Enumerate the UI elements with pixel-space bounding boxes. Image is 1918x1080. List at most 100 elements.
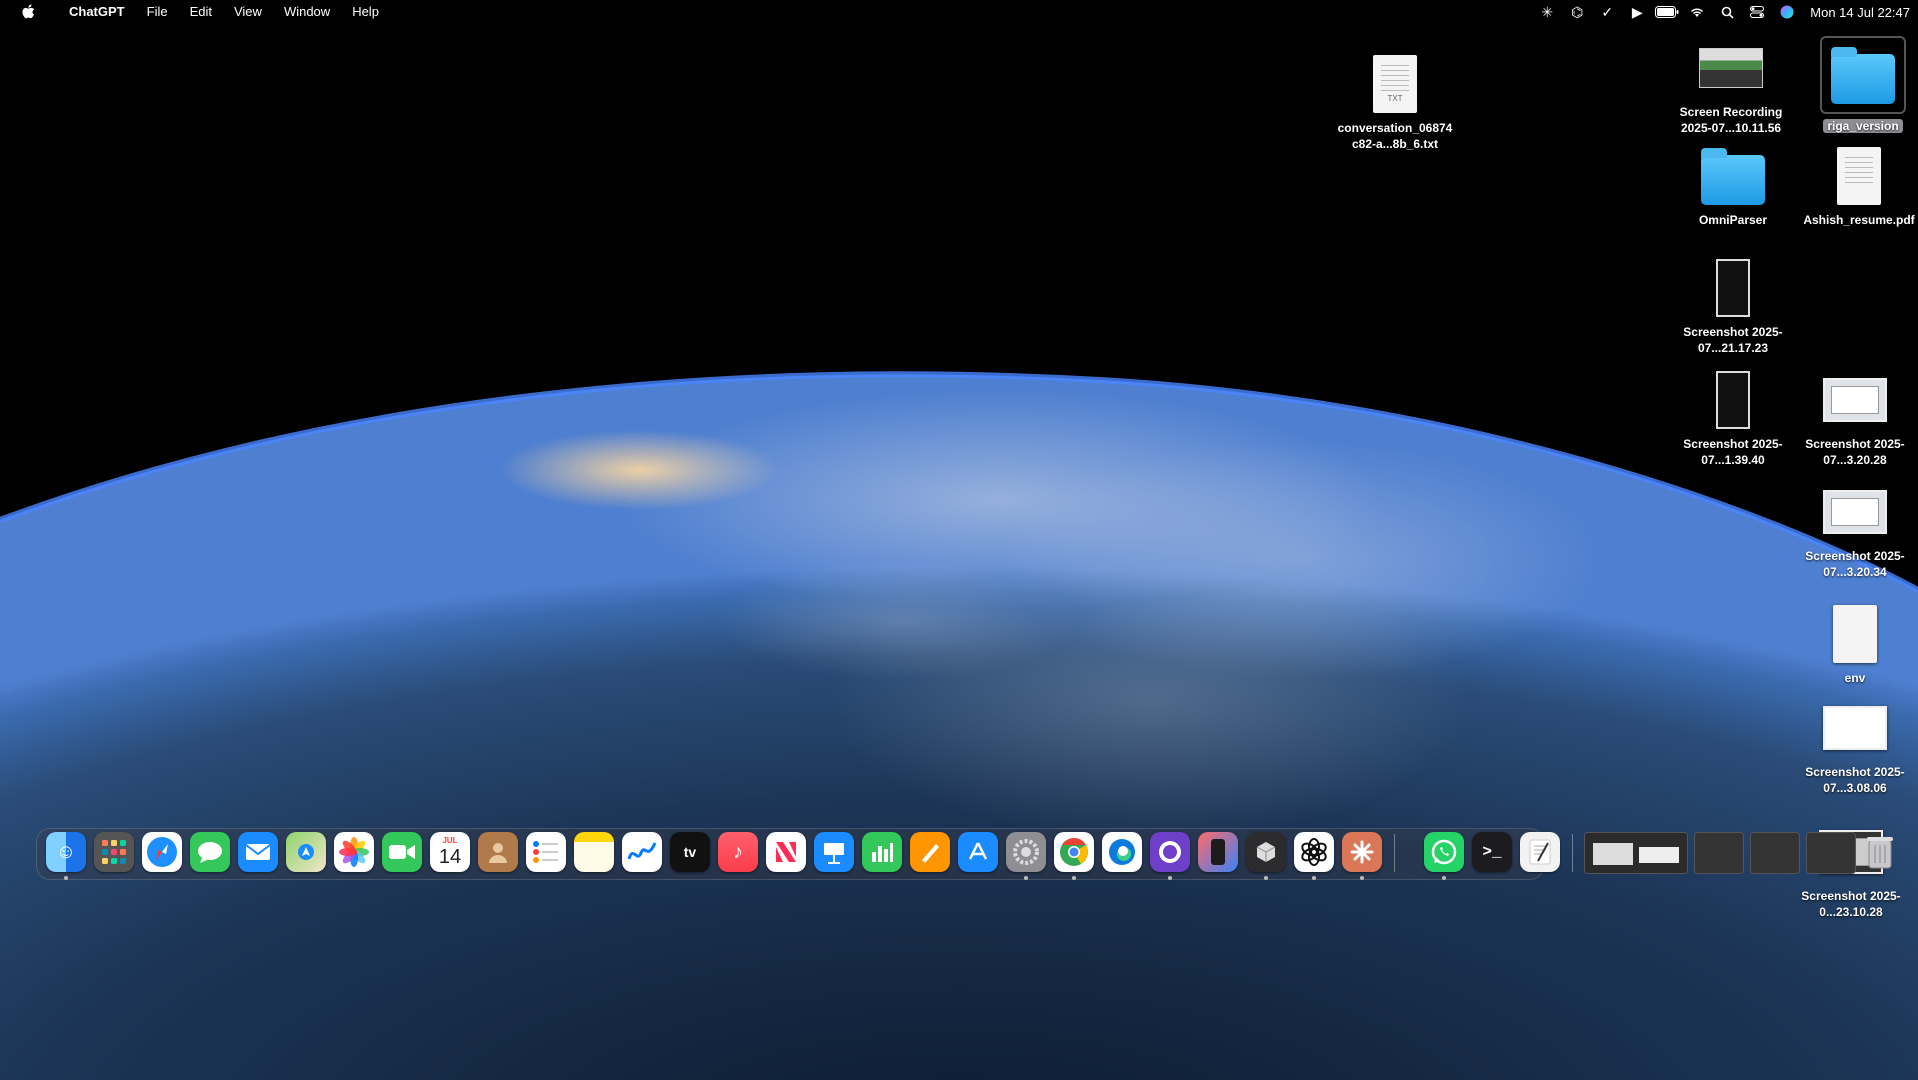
file-label: Screen Recording 2025-07...10.11.56 (1679, 105, 1783, 135)
numbers-icon[interactable] (862, 832, 902, 872)
video-thumbnail-icon (1696, 36, 1766, 100)
dock-separator (1394, 834, 1395, 872)
desktop-file-screenshot-d[interactable]: Screenshot 2025-07...3.20.34 (1796, 480, 1914, 580)
calendar-icon[interactable]: JUL 14 (430, 832, 470, 872)
reminders-icon[interactable] (526, 832, 566, 872)
edge-icon[interactable] (1102, 832, 1142, 872)
screenshot-thumbnail-icon (1698, 368, 1768, 432)
claude-app-icon[interactable] (1342, 832, 1382, 872)
apple-tv-icon[interactable]: tv (670, 832, 710, 872)
menu-edit[interactable]: Edit (179, 0, 223, 24)
desktop-file-screenshot-c[interactable]: Screenshot 2025-07...3.20.28 (1796, 368, 1914, 468)
control-center-icon[interactable] (1742, 0, 1772, 24)
file-label: Ashish_resume.pdf (1803, 213, 1915, 227)
file-label: Screenshot 2025-07...1.39.40 (1683, 437, 1783, 467)
menu-file[interactable]: File (136, 0, 179, 24)
running-indicator (1072, 876, 1076, 880)
textedit-icon[interactable] (1520, 832, 1560, 872)
tv-label: tv (683, 844, 697, 860)
pdf-file-icon (1824, 144, 1894, 208)
running-indicator (1168, 876, 1172, 880)
safari-icon[interactable] (142, 832, 182, 872)
contacts-icon[interactable] (478, 832, 518, 872)
check-icon[interactable]: ✓ (1592, 0, 1622, 24)
desktop-wallpaper (0, 0, 1918, 1080)
music-icon[interactable]: ♪ (718, 832, 758, 872)
photos-icon[interactable] (334, 832, 374, 872)
desktop-folder-omniparser[interactable]: OmniParser (1674, 144, 1792, 228)
desktop-file-env[interactable]: env (1796, 602, 1914, 686)
desktop-file-screen-recording[interactable]: Screen Recording 2025-07...10.11.56 (1672, 36, 1790, 136)
xcode-icon[interactable] (1246, 832, 1286, 872)
file-label: conversation_06874c82-a...8b_6.txt (1337, 121, 1453, 151)
notes-icon[interactable] (574, 832, 614, 872)
calendar-month: JUL (442, 836, 458, 845)
folder-icon (1698, 144, 1768, 208)
file-label: Screenshot 2025-07...3.20.28 (1805, 437, 1905, 467)
pages-icon[interactable] (910, 832, 950, 872)
running-indicator (1024, 876, 1028, 880)
desktop-file-conversation[interactable]: TXT conversation_06874c82-a...8b_6.txt (1336, 52, 1454, 152)
wifi-icon[interactable] (1682, 0, 1712, 24)
minimized-window-thumbnail[interactable] (1750, 832, 1800, 874)
news-icon[interactable] (766, 832, 806, 872)
app-store-icon[interactable] (958, 832, 998, 872)
screenshot-thumbnail-icon (1820, 368, 1890, 432)
trash-icon[interactable] (1860, 832, 1900, 872)
folder-label: riga_version (1823, 119, 1903, 133)
spotlight-icon[interactable] (1712, 0, 1742, 24)
screenshot-thumbnail-icon (1820, 696, 1890, 760)
claude-icon[interactable]: ✳ (1532, 0, 1562, 24)
minimized-window-thumbnail[interactable] (1806, 832, 1856, 874)
desktop-file-screenshot-e[interactable]: Screenshot 2025-07...3.08.06 (1796, 696, 1914, 796)
chatgpt-app-icon[interactable] (1294, 832, 1334, 872)
minimized-window-thumbnail[interactable] (1694, 832, 1744, 874)
file-label: Screenshot 2025-07...3.08.06 (1805, 765, 1905, 795)
iphone-mirroring-icon[interactable] (1198, 832, 1238, 872)
whatsapp-icon[interactable] (1424, 832, 1464, 872)
app-menu-chatgpt[interactable]: ChatGPT (58, 0, 136, 24)
chatgpt-icon[interactable]: ⌬ (1562, 0, 1592, 24)
menu-view[interactable]: View (223, 0, 273, 24)
terminal-icon[interactable]: >_ (1472, 832, 1512, 872)
menu-bar: ChatGPT File Edit View Window Help ✳ ⌬ ✓… (0, 0, 1918, 24)
play-icon[interactable]: ▶ (1622, 0, 1652, 24)
folder-label: OmniParser (1698, 213, 1768, 227)
file-label: Screenshot 2025-0...23.10.28 (1801, 889, 1901, 919)
minimized-window-thumbnail[interactable] (1584, 832, 1688, 874)
menu-help[interactable]: Help (341, 0, 390, 24)
keynote-icon[interactable] (814, 832, 854, 872)
menu-clock[interactable]: Mon 14 Jul 22:47 (1810, 5, 1910, 20)
mail-icon[interactable] (238, 832, 278, 872)
folder-icon (1820, 36, 1906, 114)
github-desktop-icon[interactable] (1150, 832, 1190, 872)
running-indicator (64, 876, 68, 880)
calendar-day: 14 (438, 846, 462, 868)
desktop-folder-riga-version[interactable]: riga_version (1804, 36, 1918, 134)
screenshot-thumbnail-icon (1698, 256, 1768, 320)
dock-separator (1572, 834, 1573, 872)
siri-icon[interactable] (1772, 0, 1802, 24)
running-indicator (1442, 876, 1446, 880)
finder-icon[interactable]: ☺ (46, 832, 86, 872)
maps-icon[interactable] (286, 832, 326, 872)
chrome-icon[interactable] (1054, 832, 1094, 872)
desktop-file-screenshot-b[interactable]: Screenshot 2025-07...1.39.40 (1674, 368, 1792, 468)
facetime-icon[interactable] (382, 832, 422, 872)
menu-window[interactable]: Window (273, 0, 341, 24)
battery-icon[interactable] (1652, 0, 1682, 24)
screenshot-thumbnail-icon (1820, 480, 1890, 544)
file-label: Screenshot 2025-07...3.20.34 (1805, 549, 1905, 579)
running-indicator (1360, 876, 1364, 880)
messages-icon[interactable] (190, 832, 230, 872)
desktop-file-resume[interactable]: Ashish_resume.pdf (1800, 144, 1918, 228)
running-indicator (1264, 876, 1268, 880)
system-settings-icon[interactable] (1006, 832, 1046, 872)
desktop-file-screenshot-a[interactable]: Screenshot 2025-07...21.17.23 (1674, 256, 1792, 356)
apple-menu-icon[interactable] (0, 0, 58, 24)
text-file-icon: TXT (1360, 52, 1430, 116)
status-area: ✳ ⌬ ✓ ▶ Mon 14 Jul 22:47 (1532, 0, 1910, 24)
freeform-icon[interactable] (622, 832, 662, 872)
launchpad-icon[interactable] (94, 832, 134, 872)
generic-file-icon (1820, 602, 1890, 666)
